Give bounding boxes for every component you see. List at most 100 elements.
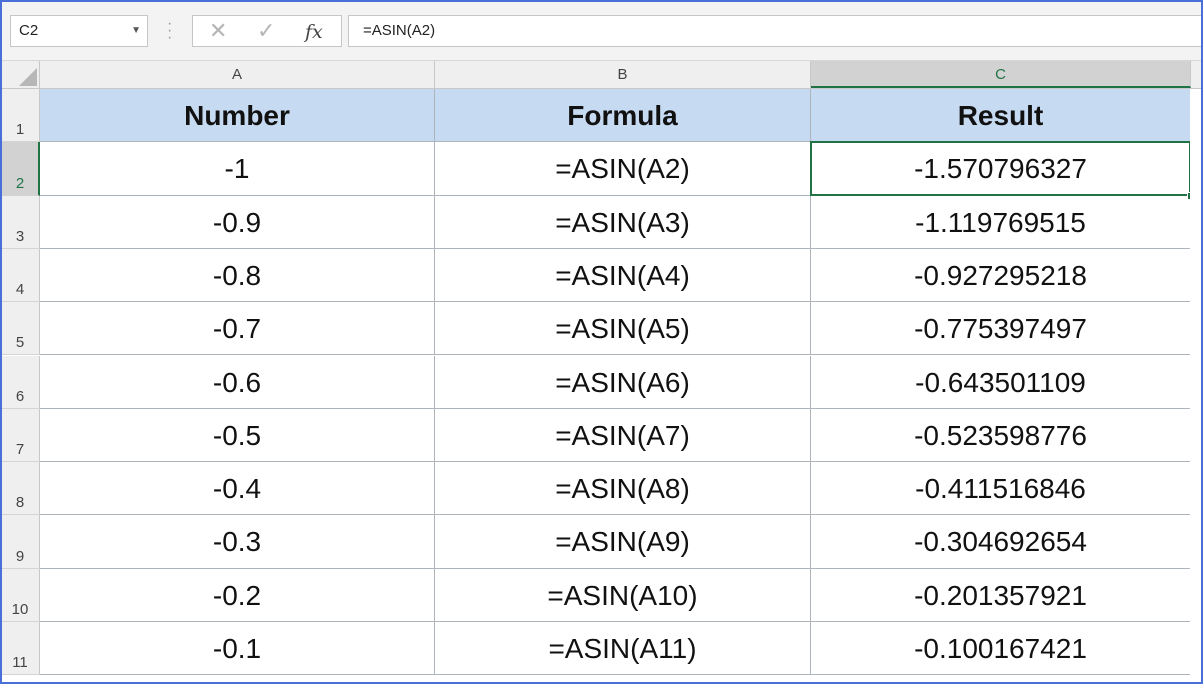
- number-cell[interactable]: -0.1: [40, 622, 435, 676]
- header-cell-formula[interactable]: Formula: [435, 89, 811, 143]
- result-cell[interactable]: -0.304692654: [811, 515, 1191, 569]
- number-cell[interactable]: -0.4: [40, 462, 435, 516]
- result-cell[interactable]: -0.927295218: [811, 248, 1191, 303]
- right-margin: [1190, 89, 1201, 682]
- row-header-6[interactable]: 6: [2, 355, 40, 409]
- number-cell[interactable]: -0.3: [40, 515, 435, 569]
- number-cell[interactable]: -0.6: [40, 355, 435, 409]
- row-header-2[interactable]: 2: [2, 142, 40, 196]
- formula-bar-grip-icon[interactable]: · · ·: [167, 16, 172, 46]
- number-cell[interactable]: -0.8: [40, 248, 435, 303]
- result-value: -0.927295218: [914, 259, 1087, 291]
- header-text: Result: [957, 100, 1044, 131]
- formula-cell[interactable]: =ASIN(A8): [435, 462, 811, 516]
- number-cell[interactable]: -0.2: [40, 568, 435, 622]
- result-cell[interactable]: -0.100167421: [811, 622, 1191, 676]
- insert-function-icon[interactable]: fx: [305, 20, 323, 44]
- enter-icon[interactable]: ✓: [257, 19, 275, 43]
- row-header-8[interactable]: 8: [2, 462, 40, 516]
- select-all-button[interactable]: [2, 61, 40, 88]
- formula-cell[interactable]: =ASIN(A4): [435, 248, 811, 303]
- header-cell-number[interactable]: Number: [40, 89, 435, 143]
- row-number: 5: [15, 334, 25, 352]
- formula-value: =ASIN(A2): [555, 153, 690, 185]
- row-number: 11: [12, 654, 28, 672]
- formula-value: =ASIN(A3): [555, 206, 690, 238]
- result-value: -0.201357921: [914, 579, 1087, 611]
- name-box[interactable]: C2 ▼: [10, 15, 148, 47]
- header-text: Formula: [567, 100, 678, 131]
- formula-value: =ASIN(A6): [555, 366, 690, 398]
- formula-cell[interactable]: =ASIN(A2): [435, 142, 811, 196]
- row-number: 8: [15, 494, 25, 512]
- formula-buttons: ✕ ✓ fx: [192, 15, 342, 47]
- formula-value: =ASIN(A11): [548, 633, 697, 664]
- formula-cell[interactable]: =ASIN(A3): [435, 195, 811, 249]
- result-value: -0.775397497: [914, 313, 1087, 345]
- row-header-10[interactable]: 10: [2, 568, 40, 622]
- column-header-a[interactable]: A: [40, 61, 435, 88]
- name-box-value: C2: [19, 22, 39, 39]
- number-cell[interactable]: -0.9: [40, 195, 435, 249]
- number-cell[interactable]: -0.5: [40, 408, 435, 463]
- number-value: -1: [224, 153, 250, 185]
- number-value: -0.4: [212, 473, 262, 505]
- row-number: 7: [15, 441, 25, 459]
- result-value: -1.119769515: [915, 206, 1086, 238]
- formula-value: =ASIN(A10): [547, 579, 698, 611]
- row-number: 6: [15, 387, 25, 405]
- formula-cell[interactable]: =ASIN(A10): [435, 568, 811, 622]
- formula-value: =ASIN(A8): [555, 473, 690, 505]
- result-value: -0.411516846: [915, 473, 1086, 505]
- row-header-9[interactable]: 9: [2, 515, 40, 569]
- result-cell[interactable]: -1.119769515: [811, 195, 1191, 249]
- header-text: Number: [184, 100, 290, 131]
- formula-bar-area: C2 ▼ · · · ✕ ✓ fx =ASIN(A2): [2, 2, 1201, 61]
- row-header-11[interactable]: 11: [2, 622, 40, 676]
- row-number: 4: [15, 281, 25, 299]
- formula-cell[interactable]: =ASIN(A11): [435, 622, 811, 676]
- result-cell[interactable]: -0.411516846: [811, 462, 1191, 516]
- number-value: -0.8: [212, 259, 262, 291]
- active-cell-outline: [810, 141, 1191, 196]
- number-value: -0.9: [212, 206, 262, 238]
- formula-input[interactable]: =ASIN(A2): [348, 15, 1201, 47]
- number-cell[interactable]: -0.7: [40, 302, 435, 356]
- number-value: -0.3: [212, 526, 262, 558]
- number-value: -0.7: [212, 313, 262, 345]
- result-value: -0.523598776: [914, 419, 1087, 451]
- result-value: -0.643501109: [915, 366, 1086, 398]
- row-header-7[interactable]: 7: [2, 408, 40, 463]
- row-number: 3: [15, 227, 25, 245]
- number-value: -0.1: [212, 633, 262, 664]
- result-value: -0.304692654: [914, 526, 1087, 558]
- formula-value: =ASIN(A4): [555, 259, 690, 291]
- row-number: 10: [11, 600, 29, 618]
- cancel-icon[interactable]: ✕: [209, 19, 227, 43]
- header-cell-result[interactable]: Result: [811, 89, 1191, 143]
- column-header-b[interactable]: B: [435, 61, 811, 88]
- result-cell[interactable]: -0.775397497: [811, 302, 1191, 356]
- row-number: 9: [15, 547, 25, 565]
- row-header-5[interactable]: 5: [2, 302, 40, 356]
- result-cell[interactable]: -0.643501109: [811, 355, 1191, 409]
- column-header-strip: A B C: [2, 61, 1201, 89]
- formula-cell[interactable]: =ASIN(A7): [435, 408, 811, 463]
- number-cell[interactable]: -1: [40, 142, 435, 196]
- formula-value: =ASIN(A7): [555, 419, 690, 451]
- spreadsheet-window: C2 ▼ · · · ✕ ✓ fx =ASIN(A2) A B C 1 2 3 4 5 6 7 8…: [0, 0, 1203, 684]
- column-header-c[interactable]: C: [811, 61, 1191, 88]
- formula-cell[interactable]: =ASIN(A9): [435, 515, 811, 569]
- number-value: -0.5: [212, 419, 262, 451]
- row-header-3[interactable]: 3: [2, 195, 40, 249]
- row-header-1[interactable]: 1: [2, 89, 40, 143]
- formula-cell[interactable]: =ASIN(A5): [435, 302, 811, 356]
- formula-cell[interactable]: =ASIN(A6): [435, 355, 811, 409]
- formula-value: =ASIN(A9): [555, 526, 690, 558]
- number-value: -0.6: [212, 366, 262, 398]
- name-box-dropdown-icon[interactable]: ▼: [131, 16, 141, 46]
- row-number: 2: [15, 174, 25, 192]
- result-cell[interactable]: -0.201357921: [811, 568, 1191, 622]
- result-cell[interactable]: -0.523598776: [811, 408, 1191, 463]
- row-header-4[interactable]: 4: [2, 248, 40, 303]
